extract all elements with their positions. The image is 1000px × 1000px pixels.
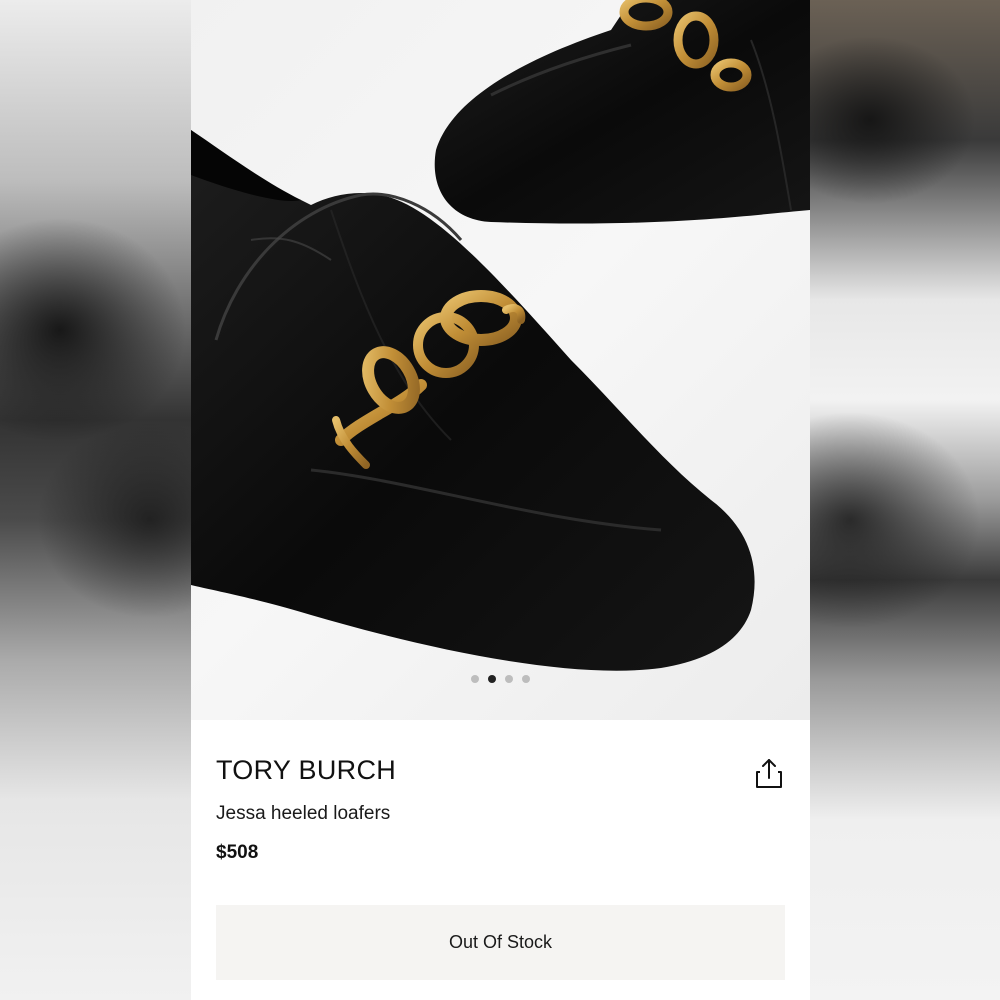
carousel-dot[interactable] [522,675,530,683]
product-image[interactable] [191,0,810,720]
blurred-background-left [0,0,191,1000]
product-info: TORY BURCH Jessa heeled loafers $508 Out… [191,720,810,1000]
share-button[interactable] [751,756,787,792]
image-carousel-dots [191,675,810,683]
product-price: $508 [216,842,259,863]
carousel-dot[interactable] [471,675,479,683]
brand-name[interactable]: TORY BURCH [216,755,396,786]
loafer-photo [191,0,810,671]
product-page: TORY BURCH Jessa heeled loafers $508 Out… [191,0,810,1000]
product-name: Jessa heeled loafers [216,803,391,824]
out-of-stock-button[interactable]: Out Of Stock [216,905,785,980]
blurred-background-right [810,0,1000,1000]
carousel-dot-active[interactable] [488,675,496,683]
carousel-dot[interactable] [505,675,513,683]
back-loafer [434,0,810,224]
screenshot-frame: TORY BURCH Jessa heeled loafers $508 Out… [0,0,1000,1000]
share-icon [756,759,782,788]
